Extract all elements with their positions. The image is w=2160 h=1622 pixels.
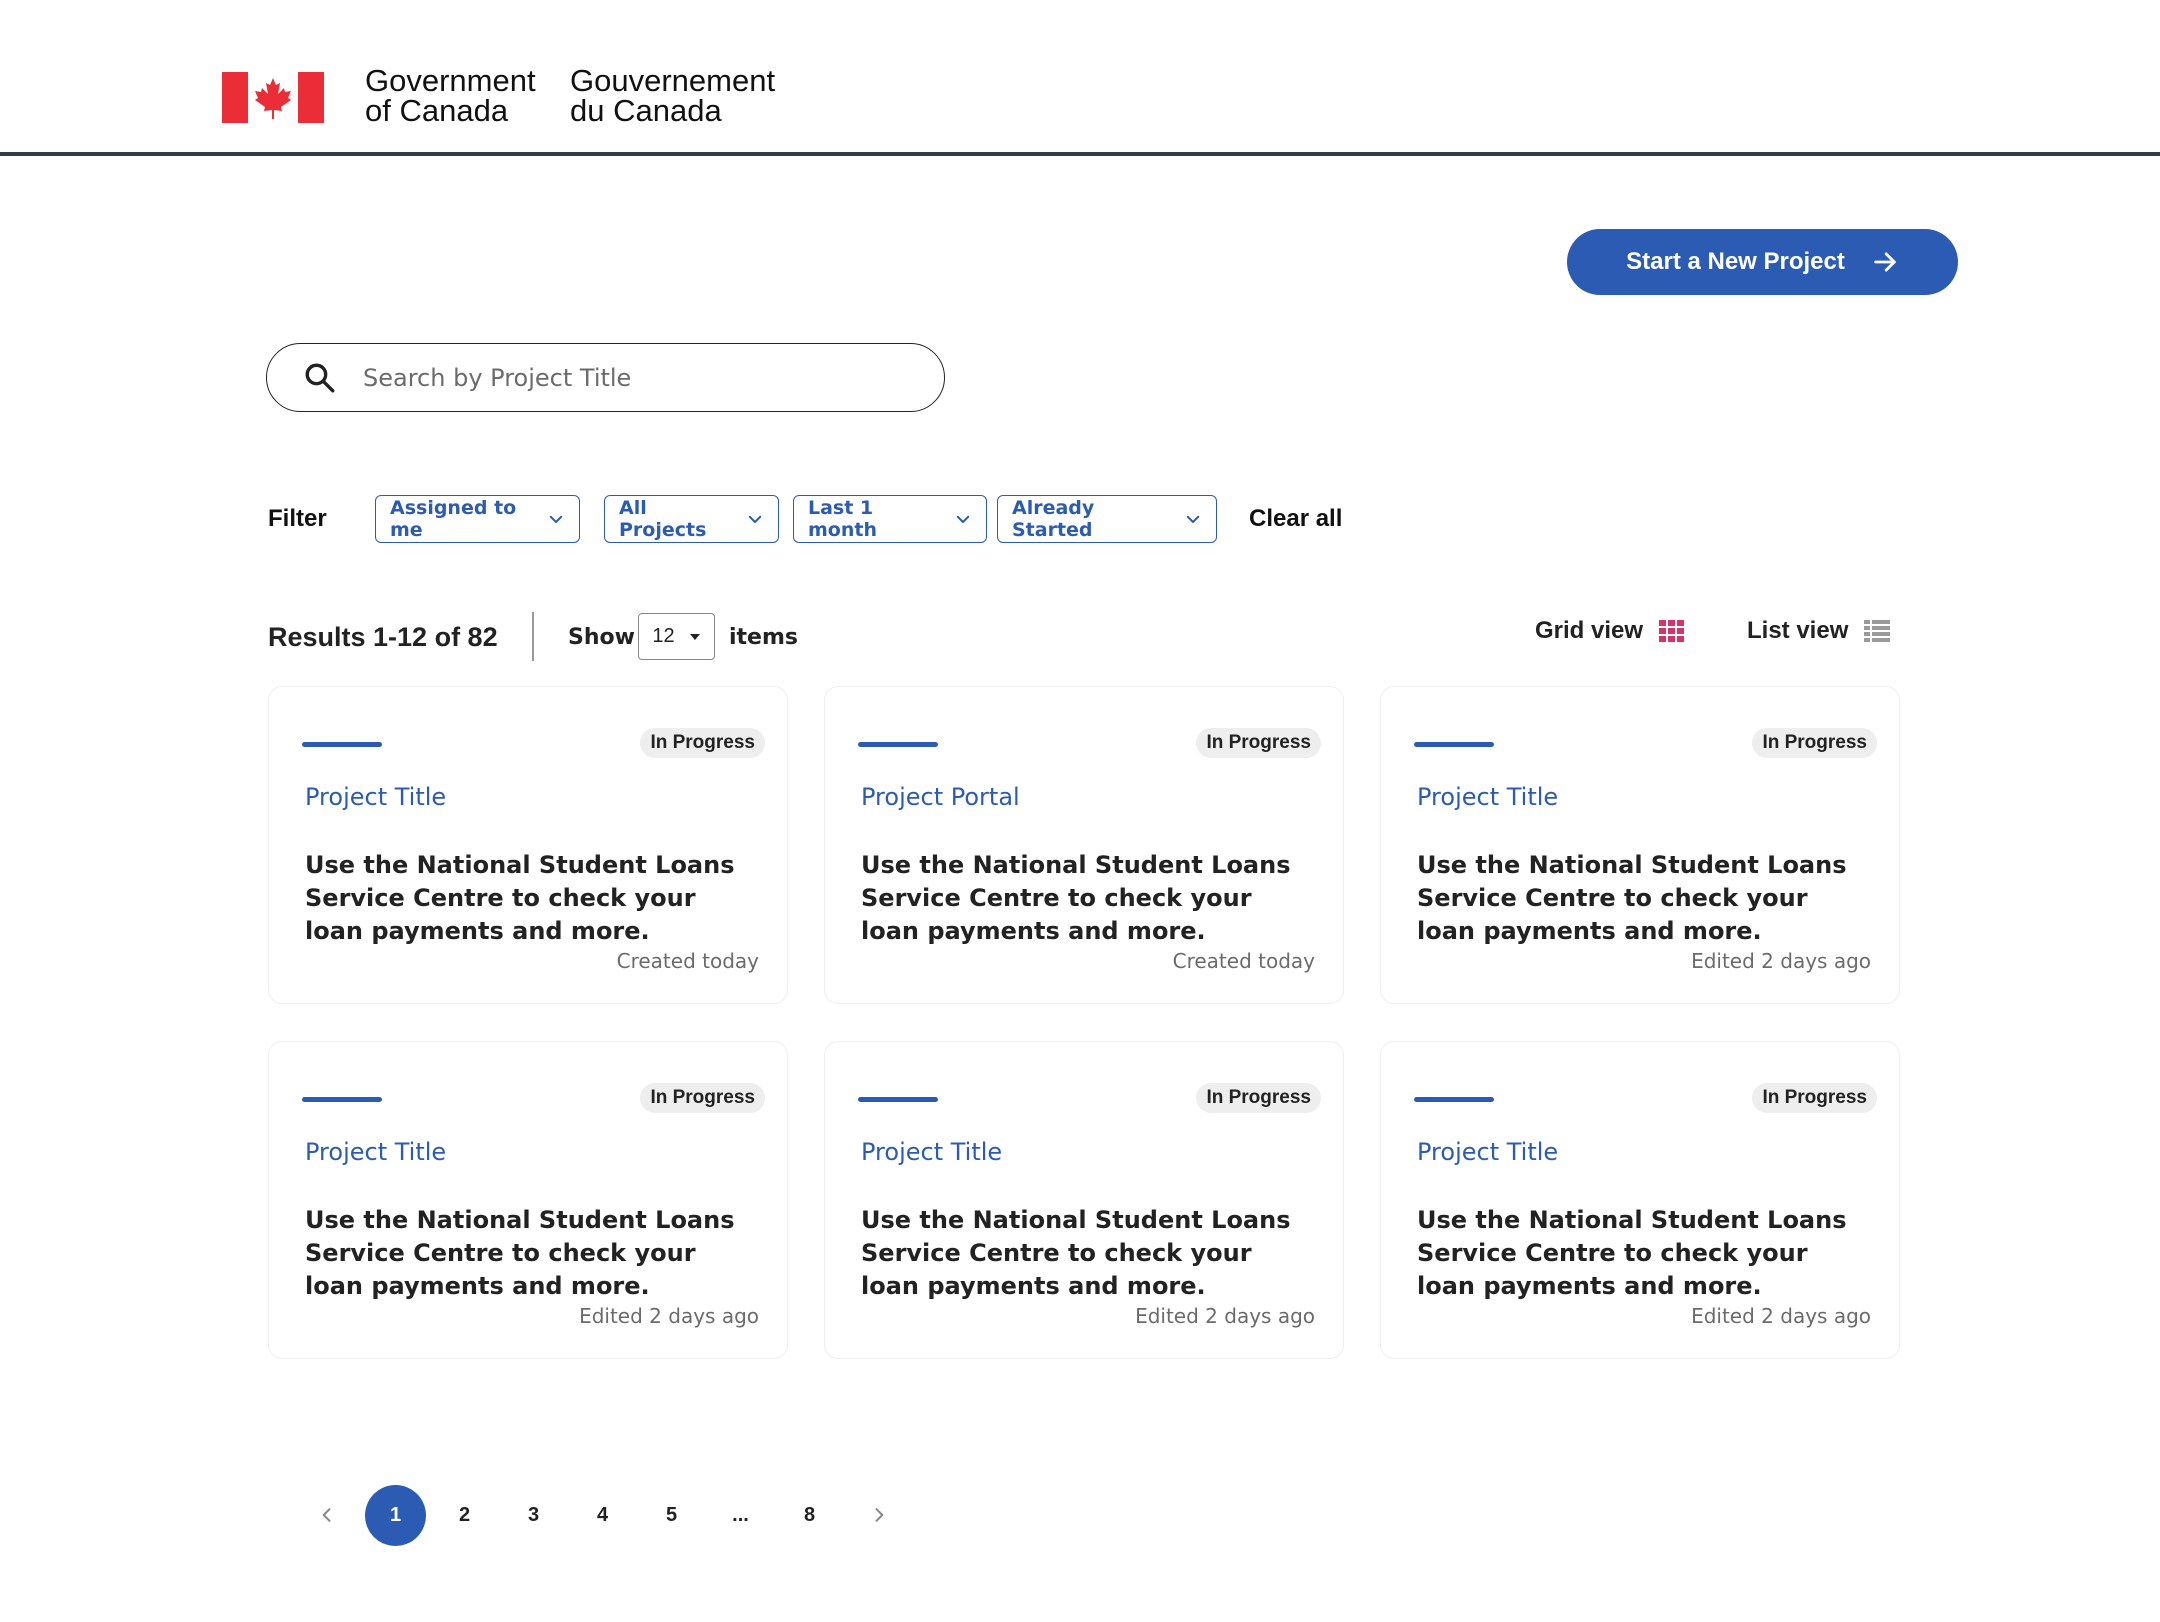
project-card[interactable]: In Progress Project Title Use the Nation… <box>824 1041 1344 1359</box>
page-8-button[interactable]: 8 <box>779 1485 840 1546</box>
search-icon <box>305 363 335 392</box>
card-accent-bar <box>1414 742 1494 747</box>
start-new-project-button[interactable]: Start a New Project <box>1567 229 1958 295</box>
filter-date-label: Last 1 month <box>808 497 877 541</box>
project-card[interactable]: In Progress Project Title Use the Nation… <box>268 1041 788 1359</box>
status-badge: In Progress <box>1196 1083 1321 1113</box>
pagination: 1 2 3 4 5 ... 8 <box>296 1484 917 1546</box>
card-description: Use the National Student Loans Service C… <box>1417 1206 1847 1300</box>
card-title-link[interactable]: Project Title <box>1417 783 1558 811</box>
arrow-right-icon <box>1874 252 1896 272</box>
card-title-link[interactable]: Project Title <box>861 1138 1002 1166</box>
filter-assigned-label: Assigned to me <box>390 497 517 541</box>
chevron-down-icon <box>549 515 563 523</box>
list-view-toggle[interactable]: List view <box>1747 617 1891 645</box>
filter-status-label: Already Started <box>1012 497 1095 541</box>
filter-label: Filter <box>268 505 327 532</box>
grid-icon <box>1659 620 1685 642</box>
page-1-button[interactable]: 1 <box>365 1484 426 1546</box>
filter-assigned-dropdown[interactable]: Assigned to me <box>375 495 580 543</box>
start-new-project-label: Start a New Project <box>1626 248 1845 275</box>
page-4-button[interactable]: 4 <box>572 1485 633 1546</box>
project-card[interactable]: In Progress Project Title Use the Nation… <box>268 686 788 1004</box>
card-description: Use the National Student Loans Service C… <box>861 1206 1291 1300</box>
card-accent-bar <box>858 1097 938 1102</box>
project-card[interactable]: In Progress Project Portal Use the Natio… <box>824 686 1344 1004</box>
search-box[interactable] <box>266 343 945 412</box>
status-badge: In Progress <box>1752 728 1877 758</box>
clear-all-filters-button[interactable]: Clear all <box>1249 505 1342 533</box>
chevron-down-icon <box>1186 515 1200 523</box>
filter-projects-dropdown[interactable]: All Projects <box>604 495 779 543</box>
card-description: Use the National Student Loans Service C… <box>305 851 735 945</box>
card-title-link[interactable]: Project Title <box>305 783 446 811</box>
items-label: items <box>729 625 798 650</box>
card-accent-bar <box>858 742 938 747</box>
page-5-button[interactable]: 5 <box>641 1485 702 1546</box>
results-summary: Results 1-12 of 82 <box>268 622 498 652</box>
search-input[interactable] <box>361 362 925 393</box>
list-view-label: List view <box>1747 617 1849 644</box>
gov-en-line2: of Canada <box>365 93 509 128</box>
grid-view-label: Grid view <box>1535 617 1644 644</box>
filter-status-dropdown[interactable]: Already Started <box>997 495 1217 543</box>
card-accent-bar <box>1414 1097 1494 1102</box>
card-title-link[interactable]: Project Portal <box>861 783 1020 811</box>
gov-fr-line1: Gouvernement <box>570 63 776 98</box>
card-description: Use the National Student Loans Service C… <box>305 1206 735 1300</box>
items-per-page-select[interactable]: 12 <box>638 613 715 660</box>
card-accent-bar <box>302 742 382 747</box>
card-title-link[interactable]: Project Title <box>1417 1138 1558 1166</box>
card-timestamp: Created today <box>616 949 759 973</box>
project-card[interactable]: In Progress Project Title Use the Nation… <box>1380 1041 1900 1359</box>
site-header <box>0 0 2160 156</box>
card-timestamp: Edited 2 days ago <box>579 1304 759 1328</box>
gov-wordmark-fr: Gouvernement du Canada <box>570 63 790 128</box>
card-title-link[interactable]: Project Title <box>305 1138 446 1166</box>
chevron-down-icon <box>956 515 970 523</box>
chevron-down-icon <box>748 515 762 523</box>
prev-page-button[interactable] <box>296 1485 357 1546</box>
card-timestamp: Edited 2 days ago <box>1691 949 1871 973</box>
card-timestamp: Edited 2 days ago <box>1135 1304 1315 1328</box>
project-card[interactable]: In Progress Project Title Use the Nation… <box>1380 686 1900 1004</box>
next-page-button[interactable] <box>848 1485 909 1546</box>
list-icon <box>1864 620 1891 642</box>
canada-flag-icon <box>222 72 324 123</box>
chevron-right-icon <box>875 1508 883 1522</box>
card-timestamp: Created today <box>1172 949 1315 973</box>
chevron-left-icon <box>322 1508 330 1522</box>
card-accent-bar <box>302 1097 382 1102</box>
page-2-button[interactable]: 2 <box>434 1485 495 1546</box>
status-badge: In Progress <box>640 728 765 758</box>
card-description: Use the National Student Loans Service C… <box>1417 851 1847 945</box>
card-timestamp: Edited 2 days ago <box>1691 1304 1871 1328</box>
filter-projects-label: All Projects <box>619 497 707 541</box>
page-3-button[interactable]: 3 <box>503 1485 564 1546</box>
divider <box>532 612 534 661</box>
show-label: Show <box>568 625 635 650</box>
status-badge: In Progress <box>1752 1083 1877 1113</box>
filter-date-dropdown[interactable]: Last 1 month <box>793 495 987 543</box>
grid-view-toggle[interactable]: Grid view <box>1535 617 1685 645</box>
status-badge: In Progress <box>640 1083 765 1113</box>
page-ellipsis: ... <box>732 1503 749 1526</box>
status-badge: In Progress <box>1196 728 1321 758</box>
gov-en-line1: Government <box>365 63 536 98</box>
gov-fr-line2: du Canada <box>570 93 722 128</box>
caret-down-icon <box>689 633 700 640</box>
items-per-page-value: 12 <box>652 625 675 647</box>
gov-wordmark-en: Government of Canada <box>365 63 565 128</box>
card-description: Use the National Student Loans Service C… <box>861 851 1291 945</box>
